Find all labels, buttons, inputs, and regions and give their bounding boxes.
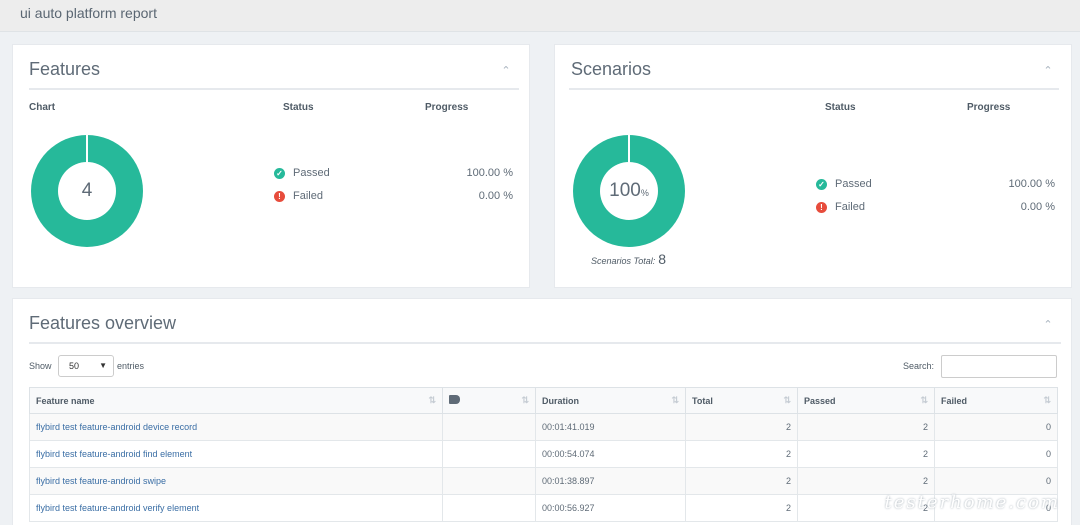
progress-value: 0.00 %: [478, 190, 513, 202]
entries-select-value: 50: [69, 361, 80, 371]
duration-cell: 00:01:38.897: [535, 467, 686, 495]
status-label: Passed: [835, 178, 872, 190]
status-failed: ! Failed: [816, 201, 865, 213]
donut-count: 4: [81, 180, 93, 201]
sort-icon: ⇅: [428, 395, 436, 405]
collapse-icon[interactable]: ⌃: [499, 64, 513, 78]
progress-header: Progress: [967, 102, 1011, 113]
features-overview-panel: Features overview ⌃ Show 50 ▼ entries Se…: [12, 298, 1072, 525]
features-panel: Features ⌃ Chart Status Progress 4 ✓ Pas…: [12, 44, 530, 288]
passed-cell: 2: [797, 467, 935, 495]
table-row: flybird test feature-android find elemen…: [29, 440, 1058, 468]
status-header: Status: [283, 102, 314, 113]
failed-cell: 0: [934, 413, 1058, 441]
overview-title: Features overview: [29, 313, 177, 333]
failed-cell: 0: [934, 467, 1058, 495]
status-label: Failed: [835, 201, 865, 213]
progress-value: 0.00 %: [1020, 201, 1055, 213]
collapse-icon[interactable]: ⌃: [1041, 64, 1055, 78]
feature-name-link[interactable]: flybird test feature-android swipe: [29, 467, 443, 495]
feature-name-link[interactable]: flybird test feature-android find elemen…: [29, 440, 443, 468]
duration-cell: 00:01:41.019: [535, 413, 686, 441]
status-passed: ✓ Passed: [816, 178, 872, 190]
features-title: Features: [29, 59, 101, 79]
status-passed: ✓ Passed: [274, 167, 330, 179]
entries-label: entries: [117, 361, 145, 371]
sort-icon: ⇅: [920, 395, 928, 405]
total-cell: 2: [685, 494, 798, 522]
sort-icon: ⇅: [1043, 395, 1051, 405]
progress-value: 100.00 %: [466, 167, 513, 179]
tags-cell: [442, 413, 536, 441]
duration-cell: 00:00:56.927: [535, 494, 686, 522]
exclamation-circle-icon: !: [274, 190, 285, 202]
passed-cell: 2: [797, 413, 935, 441]
chevron-down-icon: ▼: [99, 361, 107, 370]
column-label: Failed: [941, 395, 968, 406]
sort-icon: ⇅: [521, 395, 529, 405]
col-feature-name[interactable]: Feature name ⇅: [29, 387, 443, 414]
tags-cell: [442, 494, 536, 522]
table-header-row: Feature name ⇅ ⇅ Duration ⇅ Total ⇅ Passed ⇅…: [29, 387, 1058, 414]
tags-cell: [442, 467, 536, 495]
passed-cell: 2: [797, 440, 935, 468]
app-title: ui auto platform report: [20, 5, 157, 21]
divider: [29, 342, 1061, 344]
search-input[interactable]: [941, 355, 1057, 378]
top-bar: ui auto platform report: [0, 0, 1080, 32]
divider: [569, 88, 1059, 90]
entries-select[interactable]: 50 ▼: [58, 355, 114, 377]
col-failed[interactable]: Failed ⇅: [934, 387, 1058, 414]
search-label: Search:: [903, 361, 935, 371]
show-label: Show: [29, 361, 52, 371]
donut-value: 100: [609, 180, 641, 201]
progress-value: 100.00 %: [1008, 178, 1055, 190]
total-value: 8: [658, 251, 667, 267]
sort-icon: ⇅: [671, 395, 679, 405]
total-cell: 2: [685, 467, 798, 495]
check-circle-icon: ✓: [274, 167, 285, 179]
collapse-icon[interactable]: ⌃: [1041, 318, 1055, 332]
feature-name-link[interactable]: flybird test feature-android verify elem…: [29, 494, 443, 522]
check-circle-icon: ✓: [816, 178, 827, 190]
table-row: flybird test feature-android swipe 00:01…: [29, 467, 1058, 495]
column-label: Feature name: [36, 395, 95, 406]
scenarios-title: Scenarios: [571, 59, 652, 79]
sort-icon: ⇅: [783, 395, 791, 405]
donut-percent: 100%: [573, 135, 685, 247]
feature-name-link[interactable]: flybird test feature-android device reco…: [29, 413, 443, 441]
total-cell: 2: [685, 440, 798, 468]
exclamation-circle-icon: !: [816, 201, 827, 213]
column-label: Passed: [804, 395, 836, 406]
progress-header: Progress: [425, 102, 469, 113]
tags-icon: [449, 395, 460, 404]
table-row: flybird test feature-android device reco…: [29, 413, 1058, 441]
donut-unit: %: [640, 188, 649, 198]
col-total[interactable]: Total ⇅: [685, 387, 798, 414]
scenarios-panel: Scenarios ⌃ Status Progress 100% Scenari…: [554, 44, 1072, 288]
status-label: Failed: [293, 190, 323, 202]
failed-cell: 0: [934, 440, 1058, 468]
status-header: Status: [825, 102, 856, 113]
chart-header: Chart: [29, 102, 56, 113]
status-label: Passed: [293, 167, 330, 179]
status-failed: ! Failed: [274, 190, 323, 202]
column-label: Duration: [542, 395, 579, 406]
tags-cell: [442, 440, 536, 468]
col-duration[interactable]: Duration ⇅: [535, 387, 686, 414]
total-cell: 2: [685, 413, 798, 441]
watermark: testerhome.com: [884, 492, 1060, 513]
col-passed[interactable]: Passed ⇅: [797, 387, 935, 414]
divider: [29, 88, 519, 90]
features-donut-chart: 4: [31, 135, 143, 247]
scenarios-donut-chart: 100%: [573, 135, 685, 247]
column-label: Total: [692, 395, 713, 406]
total-label: Scenarios Total:: [591, 256, 656, 266]
col-tags[interactable]: ⇅: [442, 387, 536, 414]
scenarios-total: Scenarios Total: 8: [591, 251, 666, 267]
duration-cell: 00:00:54.074: [535, 440, 686, 468]
